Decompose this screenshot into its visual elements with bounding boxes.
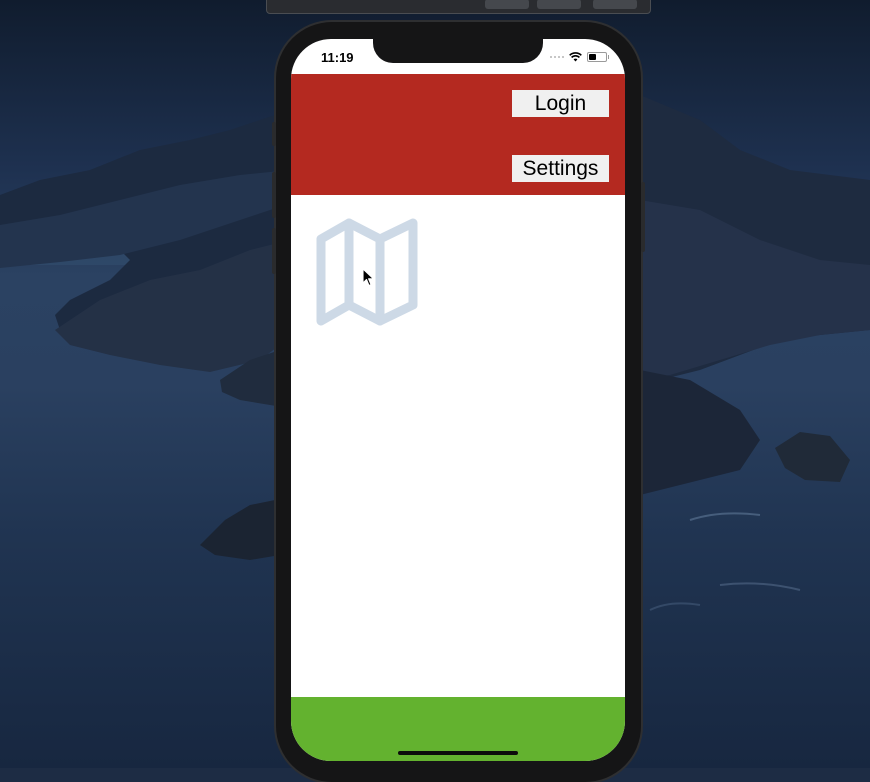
- login-button[interactable]: Login: [512, 90, 609, 117]
- status-icons: [550, 52, 609, 62]
- app-header: Login Settings: [291, 74, 625, 195]
- power-button: [641, 182, 645, 252]
- mute-switch: [272, 122, 276, 146]
- toolbar-home-button[interactable]: [485, 0, 529, 9]
- cellular-signal-icon: [550, 56, 564, 58]
- phone-screen: 11:19 Login Settings: [291, 39, 625, 761]
- toolbar-rotate-button[interactable]: [593, 0, 637, 9]
- volume-down-button: [272, 228, 276, 274]
- mouse-cursor-icon: [362, 268, 375, 287]
- toolbar-screenshot-button[interactable]: [537, 0, 581, 9]
- battery-icon: [587, 52, 609, 62]
- main-content: [291, 195, 625, 697]
- home-indicator[interactable]: [398, 751, 518, 755]
- simulator-toolbar: [266, 0, 651, 14]
- settings-button[interactable]: Settings: [512, 155, 609, 182]
- notch: [373, 39, 543, 63]
- volume-up-button: [272, 172, 276, 218]
- status-time: 11:19: [321, 50, 354, 65]
- wifi-icon: [569, 52, 582, 62]
